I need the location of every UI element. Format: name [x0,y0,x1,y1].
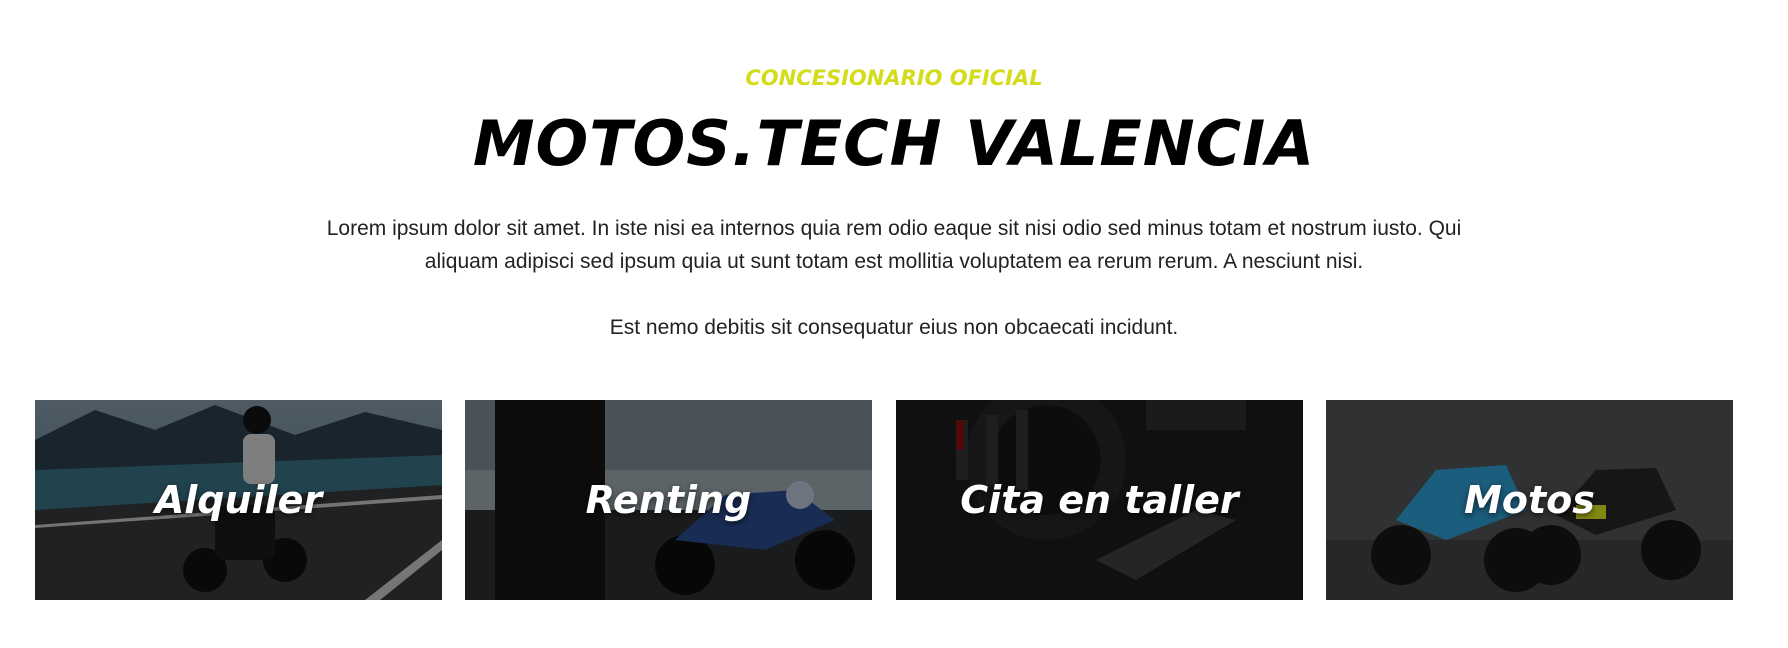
card-label: Cita en taller [960,478,1239,522]
card-cita-en-taller[interactable]: Cita en taller [896,400,1303,600]
card-label: Renting [585,478,752,522]
card-label: Alquiler [154,478,323,522]
card-motos[interactable]: Motos [1326,400,1733,600]
service-cards: Alquiler Renting Cita en taller Motos [35,400,1733,600]
page-title: MOTOS.TECH VALENCIA [472,107,1316,180]
card-alquiler[interactable]: Alquiler [35,400,442,600]
eyebrow-label: CONCESIONARIO OFICIAL [745,66,1043,90]
intro-paragraph-secondary: Est nemo debitis sit consequatur eius no… [609,316,1179,339]
card-renting[interactable]: Renting [465,400,872,600]
intro-paragraph: Lorem ipsum dolor sit amet. In iste nisi… [326,217,1462,273]
card-label: Motos [1464,478,1595,522]
